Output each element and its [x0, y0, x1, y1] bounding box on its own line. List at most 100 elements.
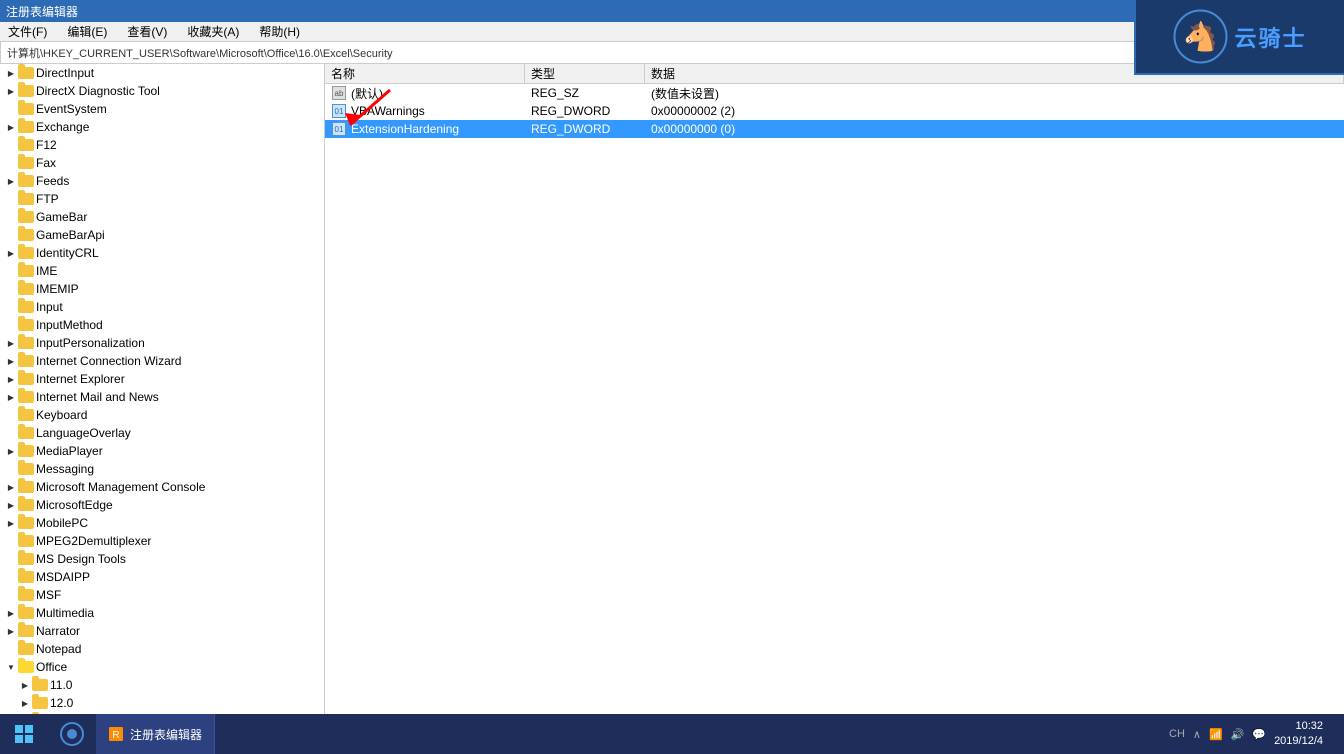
menu-edit[interactable]: 编辑(E) [63, 21, 111, 42]
tree-item-direct-input[interactable]: ▶DirectInput [0, 64, 324, 82]
tree-expand-media-player[interactable]: ▶ [4, 444, 18, 458]
folder-icon-mobilepc [18, 516, 34, 530]
data-row-2[interactable]: 01ExtensionHardeningREG_DWORD0x00000000 … [325, 120, 1344, 138]
tree-label-ms-mgmt-console: Microsoft Management Console [36, 480, 205, 494]
tree-expand-multimedia[interactable]: ▶ [4, 606, 18, 620]
folder-icon-ms-mgmt-console [18, 480, 34, 494]
tree-item-keyboard[interactable]: Keyboard [0, 406, 324, 424]
tree-label-f12: F12 [36, 138, 57, 152]
tree-label-msf: MSF [36, 588, 61, 602]
tree-item-exchange[interactable]: ▶Exchange [0, 118, 324, 136]
tree-expand-narrator[interactable]: ▶ [4, 624, 18, 638]
tree-label-internet-mail-news: Internet Mail and News [36, 390, 159, 404]
tree-item-f12[interactable]: F12 [0, 136, 324, 154]
tree-label-mpeg2demux: MPEG2Demultiplexer [36, 534, 151, 548]
folder-icon-imemip [18, 282, 34, 296]
tree-expand-mobilepc[interactable]: ▶ [4, 516, 18, 530]
tree-item-mobilepc[interactable]: ▶MobilePC [0, 514, 324, 532]
tree-expand-internet-connection-wizard[interactable]: ▶ [4, 354, 18, 368]
tray-expand[interactable]: ∧ [1193, 728, 1201, 741]
tree-item-mpeg2demux[interactable]: MPEG2Demultiplexer [0, 532, 324, 550]
tree-item-messaging[interactable]: Messaging [0, 460, 324, 478]
tree-item-internet-connection-wizard[interactable]: ▶Internet Connection Wizard [0, 352, 324, 370]
taskbar-regedit[interactable]: R 注册表编辑器 [96, 714, 215, 754]
tree-label-notepad: Notepad [36, 642, 81, 656]
data-cell-value-0: (数值未设置) [645, 84, 1344, 102]
tree-item-fax[interactable]: Fax [0, 154, 324, 172]
tree-expand-inputpersonalization[interactable]: ▶ [4, 336, 18, 350]
tree-item-imemip[interactable]: IMEMIP [0, 280, 324, 298]
tree-expand-exchange[interactable]: ▶ [4, 120, 18, 134]
logo-icon: 🐴 [1173, 9, 1228, 64]
tree-item-inputmethod[interactable]: InputMethod [0, 316, 324, 334]
tree-expand-ms-mgmt-console[interactable]: ▶ [4, 480, 18, 494]
tree-item-media-player[interactable]: ▶MediaPlayer [0, 442, 324, 460]
tree-expand-internet-mail-news[interactable]: ▶ [4, 390, 18, 404]
cortana-button[interactable] [48, 714, 96, 754]
tree-expand-directx-diag[interactable]: ▶ [4, 84, 18, 98]
tree-item-feeds[interactable]: ▶Feeds [0, 172, 324, 190]
tree-item-msdaipp[interactable]: MSDAIPP [0, 568, 324, 586]
tree-label-internet-explorer: Internet Explorer [36, 372, 125, 386]
data-cell-name-2: 01ExtensionHardening [325, 120, 525, 138]
tree-item-ftp[interactable]: FTP [0, 190, 324, 208]
taskbar-clock[interactable]: 10:32 2019/12/4 [1274, 719, 1323, 750]
tree-item-directx-diag[interactable]: ▶DirectX Diagnostic Tool [0, 82, 324, 100]
tree-item-notepad[interactable]: Notepad [0, 640, 324, 658]
tree-item-ms-mgmt-console[interactable]: ▶ Microsoft Management Console [0, 478, 324, 496]
tree-item-inputpersonalization[interactable]: ▶InputPersonalization [0, 334, 324, 352]
folder-icon-gamebarapi [18, 228, 34, 242]
tree-item-gamebarapi[interactable]: GameBarApi [0, 226, 324, 244]
tray-ch: CH [1169, 728, 1185, 740]
registry-tree[interactable]: ▶DirectInput▶DirectX Diagnostic Tool Eve… [0, 64, 325, 734]
taskbar-tray: CH ∧ 📶 🔊 💬 10:32 2019/12/4 [1161, 719, 1344, 750]
tree-expand-internet-explorer[interactable]: ▶ [4, 372, 18, 386]
tree-item-multimedia[interactable]: ▶Multimedia [0, 604, 324, 622]
tree-item-input[interactable]: Input [0, 298, 324, 316]
start-button[interactable] [0, 714, 48, 754]
tree-item-office-12[interactable]: ▶ 12.0 [0, 694, 324, 712]
tree-expand-office[interactable]: ▼ [4, 660, 18, 674]
menu-favorites[interactable]: 收藏夹(A) [183, 21, 243, 42]
menu-view[interactable]: 查看(V) [123, 21, 171, 42]
tree-item-office[interactable]: ▼Office [0, 658, 324, 676]
folder-icon-internet-connection-wizard [18, 354, 34, 368]
tree-expand-feeds[interactable]: ▶ [4, 174, 18, 188]
folder-icon-ime [18, 264, 34, 278]
address-path: 计算机\HKEY_CURRENT_USER\Software\Microsoft… [7, 45, 393, 61]
folder-icon-narrator [18, 624, 34, 638]
tree-item-office-11[interactable]: ▶ 11.0 [0, 676, 324, 694]
menu-file[interactable]: 文件(F) [4, 21, 51, 42]
col-header-type[interactable]: 类型 [525, 64, 645, 83]
col-header-name[interactable]: 名称 [325, 64, 525, 83]
tree-item-microsoftedge[interactable]: ▶MicrosoftEdge [0, 496, 324, 514]
reg-value-name-0: (默认) [351, 85, 383, 102]
tree-item-identitycrl[interactable]: ▶IdentityCRL [0, 244, 324, 262]
folder-icon-language-overlay [18, 426, 34, 440]
tree-item-internet-mail-news[interactable]: ▶ Internet Mail and News [0, 388, 324, 406]
tree-label-office-12: 12.0 [50, 696, 73, 710]
tree-label-office-11: 11.0 [50, 678, 72, 692]
tree-expand-direct-input[interactable]: ▶ [4, 66, 18, 80]
tree-item-ms-design-tools[interactable]: MS Design Tools [0, 550, 324, 568]
tree-item-language-overlay[interactable]: LanguageOverlay [0, 424, 324, 442]
tree-item-internet-explorer[interactable]: ▶ Internet Explorer [0, 370, 324, 388]
folder-icon-identitycrl [18, 246, 34, 260]
tree-label-event-system: EventSystem [36, 102, 107, 116]
tray-volume: 🔊 [1231, 728, 1245, 741]
tree-expand-office-12[interactable]: ▶ [18, 696, 32, 710]
tree-item-gamebar[interactable]: GameBar [0, 208, 324, 226]
tree-expand-microsoftedge[interactable]: ▶ [4, 498, 18, 512]
folder-icon-direct-input [18, 66, 34, 80]
tree-label-messaging: Messaging [36, 462, 94, 476]
data-row-0[interactable]: ab(默认)REG_SZ(数值未设置) [325, 84, 1344, 102]
data-cell-type-2: REG_DWORD [525, 120, 645, 138]
tree-item-ime[interactable]: IME [0, 262, 324, 280]
tree-item-msf[interactable]: MSF [0, 586, 324, 604]
data-row-1[interactable]: 01VBAWarningsREG_DWORD0x00000002 (2) [325, 102, 1344, 120]
tree-expand-office-11[interactable]: ▶ [18, 678, 32, 692]
tree-expand-identitycrl[interactable]: ▶ [4, 246, 18, 260]
tree-item-narrator[interactable]: ▶Narrator [0, 622, 324, 640]
tree-item-event-system[interactable]: EventSystem [0, 100, 324, 118]
menu-help[interactable]: 帮助(H) [255, 21, 304, 42]
